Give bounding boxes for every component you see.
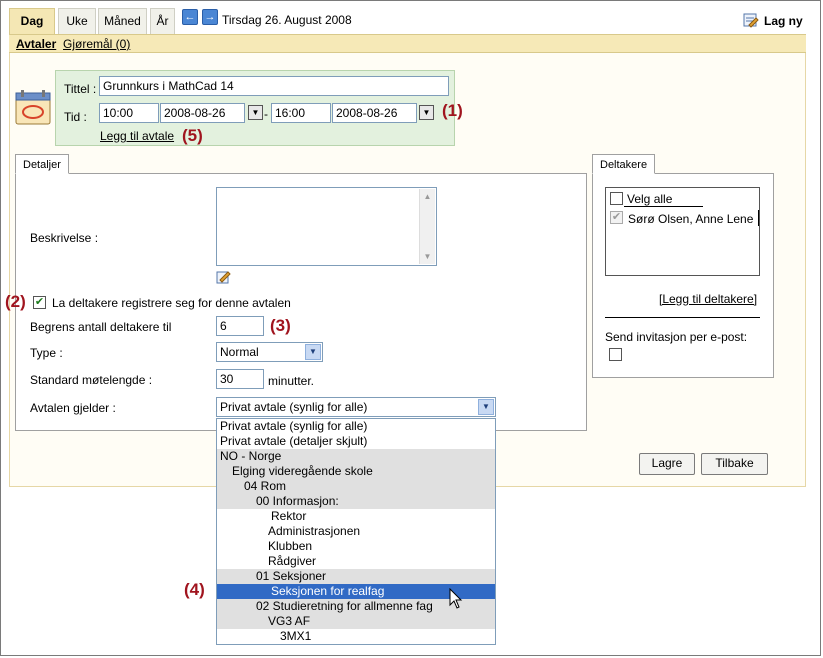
legg-til-avtale-link[interactable]: Legg til avtale	[100, 129, 174, 143]
dropdown-option[interactable]: Elging videregående skole	[217, 464, 495, 479]
tab-ar[interactable]: År	[150, 8, 175, 34]
lagre-button[interactable]: Lagre	[639, 453, 695, 475]
sub-tab-bar: Avtaler Gjøremål (0)	[9, 34, 806, 53]
motelengde-label: Standard møtelengde :	[30, 373, 153, 387]
participant-checkbox: ✔	[610, 211, 623, 224]
send-invitasjon-checkbox[interactable]	[609, 348, 622, 361]
chevron-down-icon[interactable]: ▼	[305, 344, 321, 360]
mouse-cursor-icon	[449, 587, 463, 610]
time-separator: -	[264, 107, 268, 121]
end-date-input[interactable]	[332, 103, 417, 123]
callout-4: (4)	[184, 580, 205, 599]
tab-uke[interactable]: Uke	[58, 8, 96, 34]
callout-1: (1)	[442, 101, 463, 120]
chevron-down-icon[interactable]: ▼	[478, 399, 494, 415]
tittel-input[interactable]	[99, 76, 449, 96]
gjelder-select-value: Privat avtale (synlig for alle)	[220, 400, 368, 414]
lag-ny-link[interactable]: Lag ny	[764, 14, 803, 28]
dropdown-option[interactable]: Rådgiver	[217, 554, 495, 569]
dropdown-option[interactable]: 04 Rom	[217, 479, 495, 494]
tab-dag[interactable]: Dag	[9, 8, 55, 35]
dropdown-option[interactable]: NO - Norge	[217, 449, 495, 464]
callout-2: (2)	[5, 292, 26, 311]
tilbake-button[interactable]: Tilbake	[701, 453, 768, 475]
dropdown-option[interactable]: 01 Seksjoner	[217, 569, 495, 584]
arrow-right-icon[interactable]: →	[202, 9, 218, 25]
edit-description-icon[interactable]	[216, 269, 232, 285]
beskrivelse-textarea[interactable]: ▲ ▼	[216, 187, 437, 266]
tab-maned[interactable]: Måned	[98, 8, 147, 34]
gjelder-dropdown-list: Privat avtale (synlig for alle) Privat a…	[216, 418, 496, 645]
scroll-up-icon[interactable]: ▲	[420, 189, 435, 204]
tid-label: Tid :	[64, 110, 87, 124]
begrens-label: Begrens antall deltakere til	[30, 320, 172, 334]
register-label: La deltakere registrere seg for denne av…	[52, 296, 291, 310]
beskrivelse-label: Beskrivelse :	[30, 231, 99, 245]
dropdown-option[interactable]: VG3 AF	[217, 614, 495, 629]
current-date: Tirsdag 26. August 2008	[222, 13, 352, 27]
begrens-input[interactable]	[216, 316, 264, 336]
tab-gjoremal[interactable]: Gjøremål (0)	[63, 37, 130, 51]
text-caret	[758, 210, 759, 226]
tab-deltakere[interactable]: Deltakere	[592, 154, 656, 174]
velg-alle-checkbox[interactable]	[610, 192, 623, 205]
tittel-label: Tittel :	[64, 82, 97, 96]
velg-alle-label: Velg alle	[627, 192, 673, 206]
tab-detaljer[interactable]: Detaljer	[15, 154, 69, 174]
callout-3: (3)	[270, 316, 291, 335]
minutter-label: minutter.	[268, 374, 315, 388]
dropdown-option[interactable]: Privat avtale (synlig for alle)	[217, 419, 495, 434]
textarea-scrollbar[interactable]: ▲ ▼	[419, 189, 435, 264]
dropdown-option[interactable]: 3MX1	[217, 629, 495, 644]
start-date-picker-icon[interactable]: ▼	[248, 105, 263, 120]
gjelder-label: Avtalen gjelder :	[30, 401, 116, 415]
type-select[interactable]: Normal ▼	[216, 342, 323, 362]
participant-name: Sørø Olsen, Anne Lene	[628, 212, 754, 226]
dropdown-option[interactable]: Rektor	[217, 509, 495, 524]
legg-til-deltakere-link[interactable]: [Legg til deltakere]	[659, 292, 757, 306]
callout-5: (5)	[182, 126, 203, 145]
scroll-down-icon[interactable]: ▼	[420, 249, 435, 264]
send-invitasjon-label: Send invitasjon per e-post:	[605, 330, 748, 344]
dropdown-option[interactable]: Klubben	[217, 539, 495, 554]
dropdown-option[interactable]: 00 Informasjon:	[217, 494, 495, 509]
register-checkbox[interactable]: ✔	[33, 296, 46, 309]
dropdown-option[interactable]: Administrasjonen	[217, 524, 495, 539]
start-date-input[interactable]	[160, 103, 245, 123]
end-date-picker-icon[interactable]: ▼	[419, 105, 434, 120]
motelengde-input[interactable]	[216, 369, 264, 389]
end-time-input[interactable]	[271, 103, 331, 123]
dropdown-option[interactable]: Privat avtale (detaljer skjult)	[217, 434, 495, 449]
start-time-input[interactable]	[99, 103, 159, 123]
deltakere-divider	[605, 317, 760, 318]
tab-avtaler[interactable]: Avtaler	[16, 37, 56, 51]
arrow-left-icon[interactable]: ←	[182, 9, 198, 25]
calendar-icon	[15, 90, 51, 126]
velg-alle-divider	[624, 206, 703, 207]
new-appointment-icon[interactable]	[743, 12, 759, 28]
gjelder-select[interactable]: Privat avtale (synlig for alle) ▼	[216, 397, 496, 417]
type-label: Type :	[30, 346, 63, 360]
type-select-value: Normal	[220, 345, 259, 359]
